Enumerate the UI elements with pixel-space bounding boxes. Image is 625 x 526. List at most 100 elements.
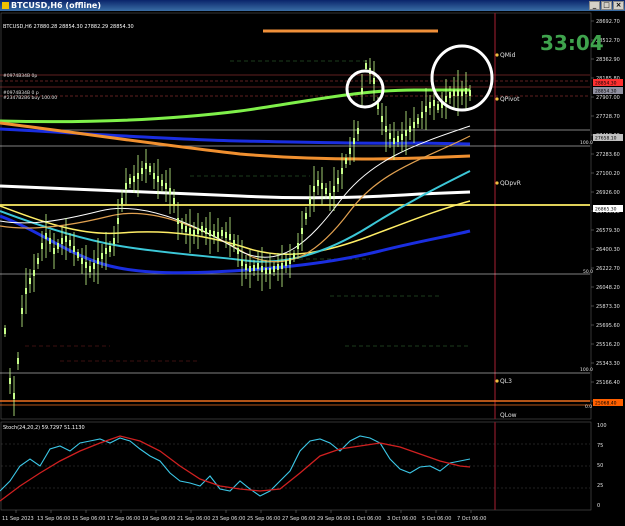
candle-body <box>385 126 387 132</box>
candle-body <box>365 63 367 69</box>
time-axis-label: 3 Oct 06:00 <box>387 516 416 522</box>
candle-body <box>89 266 91 272</box>
label-qdpvr: QDpvR <box>500 180 521 187</box>
candle-body <box>161 180 163 186</box>
candle-body <box>133 176 135 182</box>
candle-body <box>305 213 307 219</box>
window-controls: _ □ × <box>589 1 624 10</box>
label-qpivot: QPivot <box>500 96 520 103</box>
close-button[interactable]: × <box>613 1 624 10</box>
time-axis-label: 13 Sep 06:00 <box>37 516 70 522</box>
candle-body <box>469 90 471 96</box>
candle-body <box>121 198 123 204</box>
candle-body <box>17 358 19 364</box>
candle-body <box>193 230 195 236</box>
stoch-axis-label: 0 <box>597 503 600 509</box>
candle-body <box>329 193 331 199</box>
candle-body <box>93 263 95 269</box>
candle-body <box>269 268 271 274</box>
time-axis-label: 5 Oct 06:00 <box>422 516 451 522</box>
order-label-1: #0974B34B 0p <box>3 73 37 79</box>
candle-body <box>109 246 111 252</box>
candle-body <box>185 226 187 232</box>
candle-body <box>397 136 399 142</box>
candle-body <box>425 106 427 112</box>
stoch-axis-label: 100 <box>597 423 607 429</box>
candle-body <box>9 378 11 384</box>
candle-body <box>413 122 415 128</box>
time-axis: 11 Sep 2023 13 Sep 06:00 15 Sep 06:00 17 Se… <box>2 510 486 522</box>
price-box-label: 27658.10 <box>595 136 617 142</box>
candle-body <box>41 243 43 249</box>
candle-body <box>349 148 351 154</box>
candle-body <box>393 138 395 144</box>
candle-body <box>85 262 87 268</box>
candle-body <box>429 102 431 108</box>
label-qlow: QLow <box>500 412 517 419</box>
candle-body <box>225 232 227 238</box>
candle-body <box>165 183 167 189</box>
candle-body <box>181 223 183 229</box>
chart-area[interactable]: BTCUSD,H6 27880.28 28854.30 27882.29 288… <box>0 11 625 522</box>
candle-body <box>241 260 243 266</box>
time-axis-label: 17 Sep 06:00 <box>107 516 140 522</box>
candle-body <box>337 178 339 184</box>
candle-body <box>417 118 419 124</box>
price-axis-label: 25873.30 <box>596 304 620 310</box>
ma-green-line <box>0 88 470 124</box>
candle-body <box>461 90 463 96</box>
maximize-button[interactable]: □ <box>601 1 612 10</box>
label-qmid: QMid <box>500 52 516 59</box>
candle-body <box>253 265 255 271</box>
candle-body <box>145 163 147 169</box>
candle-body <box>341 168 343 174</box>
candle-body <box>297 243 299 249</box>
price-axis-label: 27907.00 <box>596 95 620 101</box>
candle-body <box>105 248 107 254</box>
price-box-label: 28854.30 <box>595 81 617 87</box>
candle-body <box>381 116 383 122</box>
price-axis-label: 25516.20 <box>596 342 620 348</box>
candle-body <box>401 134 403 140</box>
window-title-bar[interactable]: BTCUSD,H6 (offline) _ □ × <box>0 0 625 11</box>
candle-body <box>433 100 435 106</box>
candle-body <box>261 266 263 272</box>
price-axis-label: 25343.30 <box>596 361 620 367</box>
annotation-circle-1 <box>345 69 385 109</box>
candle-body <box>281 263 283 269</box>
price-axis-label: 27283.60 <box>596 152 620 158</box>
candle-body <box>353 138 355 144</box>
candle-body <box>101 253 103 259</box>
candle-body <box>137 173 139 179</box>
price-box-label: 25068.40 <box>595 401 617 407</box>
stoch-axis-label: 50 <box>597 463 603 469</box>
time-axis-label: 27 Sep 06:00 <box>282 516 315 522</box>
time-axis-label: 29 Sep 06:00 <box>317 516 350 522</box>
stoch-axis: 100 75 50 25 0 <box>597 423 607 509</box>
fib-50: 50.0 <box>583 269 593 275</box>
price-axis-label: 26222.70 <box>596 266 620 272</box>
candle-body <box>97 258 99 264</box>
candle-body <box>157 176 159 182</box>
candle-body <box>173 198 175 204</box>
candle-body <box>257 263 259 269</box>
candle-body <box>437 104 439 110</box>
candle-body <box>37 258 39 264</box>
time-axis-label: 1 Oct 06:00 <box>352 516 381 522</box>
candle-body <box>325 188 327 194</box>
candle-body <box>169 188 171 194</box>
candle-body <box>309 198 311 204</box>
candle-body <box>77 252 79 258</box>
ohlc-readout: BTCUSD,H6 27880.28 28854.30 27882.29 288… <box>3 24 134 30</box>
price-chart-svg[interactable]: QMid QPivot QDpvR QL3 QLow 100.0 50.0 10… <box>0 11 625 522</box>
price-axis-label: 26048.20 <box>596 285 620 291</box>
candle-body <box>213 231 215 237</box>
fib-100-bottom: 100.0 <box>580 367 593 373</box>
candle-body <box>201 226 203 232</box>
order-label-3: #2347B2B6 buy 100.00 <box>3 95 57 101</box>
minimize-button[interactable]: _ <box>589 1 600 10</box>
candle-body <box>209 230 211 236</box>
candle-body <box>129 178 131 184</box>
candle-body <box>53 248 55 254</box>
candle-body <box>4 328 6 334</box>
